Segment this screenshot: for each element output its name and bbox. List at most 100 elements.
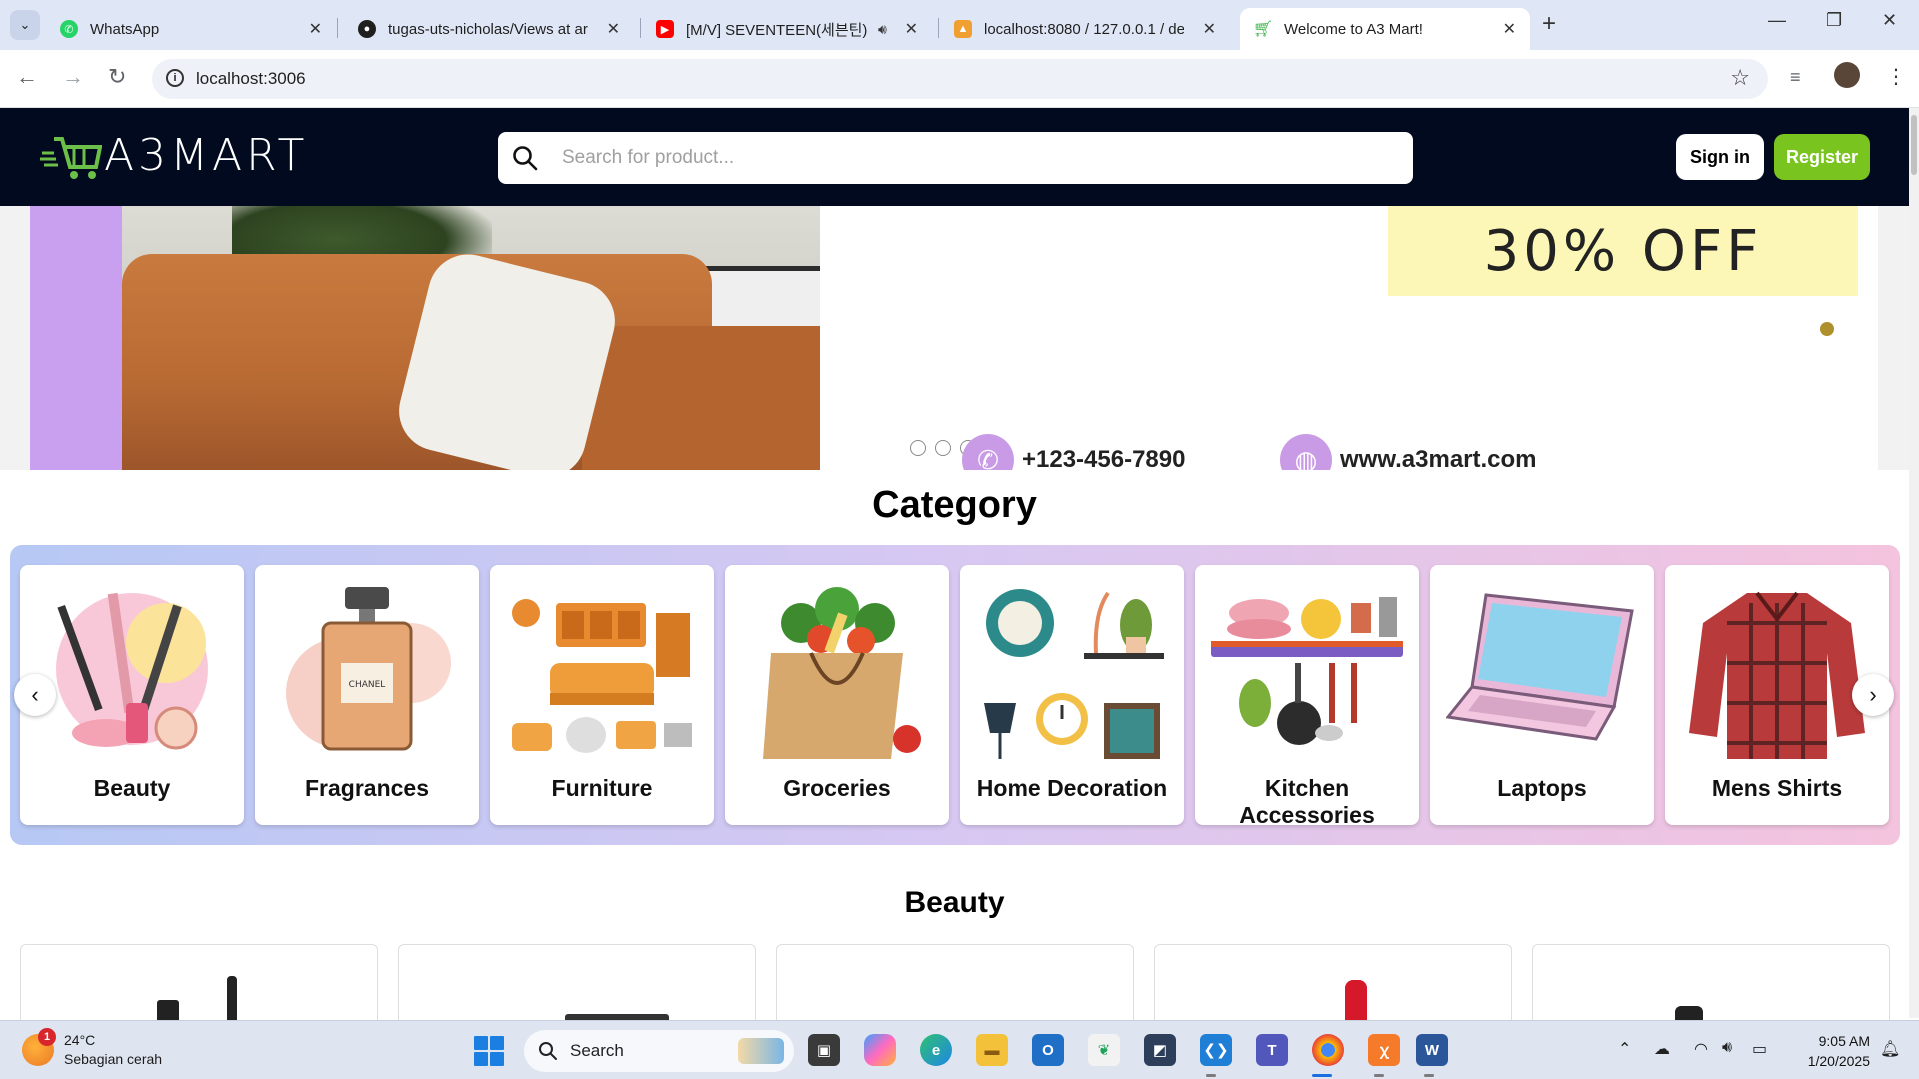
system-clock[interactable]: 9:05 AM 1/20/2025 [1782, 1031, 1870, 1071]
promo-banner-carousel: 30% OFF ✆ +123-456-7890 ◍ www.a3mart.com [0, 206, 1909, 470]
media-control-icon[interactable]: ≡ [1790, 67, 1801, 88]
wifi-icon[interactable]: ◠ [1694, 1039, 1708, 1059]
taskbar-search[interactable]: Search [524, 1030, 794, 1072]
running-indicator [1206, 1074, 1216, 1077]
tab-whatsapp[interactable]: ✆ WhatsApp ✕ [46, 8, 336, 50]
weather-widget[interactable]: 1 24°C Sebagian cerah [22, 1028, 163, 1069]
category-card-fragrances[interactable]: CHANEL Fragrances [255, 565, 479, 825]
beauty-icon [56, 592, 208, 750]
signin-button[interactable]: Sign in [1676, 134, 1764, 180]
copilot-icon[interactable] [864, 1034, 896, 1066]
start-button[interactable] [474, 1036, 504, 1066]
battery-icon[interactable]: ▭ [1752, 1039, 1767, 1059]
grocery-bag-icon [763, 587, 921, 759]
page-scrollbar[interactable] [1909, 108, 1919, 1018]
clock-time: 9:05 AM [1818, 1033, 1870, 1049]
chrome-icon[interactable] [1312, 1034, 1344, 1066]
category-label: Groceries [783, 775, 891, 801]
decorative-dot [1820, 322, 1834, 336]
mongodb-icon[interactable]: ❦ [1088, 1034, 1120, 1066]
tab-github[interactable]: ● tugas-uts-nicholas/Views at ara ✕ [344, 8, 634, 50]
search-input[interactable] [562, 147, 1382, 169]
category-label: Laptops [1497, 775, 1587, 801]
product-card[interactable] [776, 944, 1134, 1024]
close-window-button[interactable]: ✕ [1882, 10, 1897, 31]
github-icon: ● [358, 20, 376, 38]
weather-sun-icon: 1 [22, 1028, 56, 1066]
product-card[interactable] [1532, 944, 1890, 1024]
category-card-kitchen-accessories[interactable]: Kitchen Accessories [1195, 565, 1419, 828]
category-card-home-decoration[interactable]: Home Decoration [960, 565, 1184, 825]
close-icon[interactable]: ✕ [1503, 19, 1516, 39]
bookmark-star-icon[interactable]: ☆ [1730, 65, 1750, 91]
close-icon[interactable]: ✕ [905, 19, 918, 39]
phpmyadmin-icon: ▲ [954, 20, 972, 38]
svg-text:CHANEL: CHANEL [349, 680, 386, 690]
search-highlight-image [738, 1038, 784, 1064]
tab-a3mart[interactable]: 🛒︎ Welcome to A3 Mart! ✕ [1240, 8, 1530, 50]
url-input[interactable]: i localhost:3006 ☆ [152, 59, 1768, 99]
file-explorer-icon[interactable]: ▬ [976, 1034, 1008, 1066]
volume-icon[interactable]: 🔊︎ [1722, 1039, 1732, 1057]
close-icon[interactable]: ✕ [607, 19, 620, 39]
site-info-icon[interactable]: i [166, 69, 184, 87]
onedrive-error-icon[interactable]: ☁ [1654, 1039, 1670, 1059]
restore-button[interactable]: ❐ [1826, 10, 1842, 31]
back-icon[interactable]: ← [16, 64, 38, 90]
category-next-arrow[interactable]: › [1852, 674, 1894, 716]
mysql-workbench-icon[interactable]: ◩ [1144, 1034, 1176, 1066]
lipstick-image [1345, 980, 1367, 1024]
profile-avatar[interactable] [1834, 62, 1860, 88]
speaker-icon[interactable]: 🔊︎ [878, 21, 887, 38]
category-heading: Category [872, 484, 1037, 526]
windows-taskbar: 1 24°C Sebagian cerah Search ▣ e ▬ O ❦ ◩… [0, 1020, 1919, 1079]
forward-icon[interactable]: → [62, 64, 84, 90]
product-card[interactable] [20, 944, 378, 1024]
whatsapp-icon: ✆ [60, 20, 78, 38]
carousel-dot-2[interactable] [935, 440, 951, 456]
close-icon[interactable]: ✕ [309, 19, 322, 39]
category-card-laptops[interactable]: Laptops [1430, 565, 1654, 825]
tab-title: [M/V] SEVENTEEN(세븐틴) - [686, 21, 872, 39]
teams-icon[interactable]: T [1256, 1034, 1288, 1066]
tab-search-button[interactable]: ⌄ [10, 10, 40, 40]
logo-text: A3MART [104, 130, 309, 181]
carousel-dot-1[interactable] [910, 440, 926, 456]
browser-menu-icon[interactable]: ⋮ [1886, 64, 1906, 89]
vscode-icon[interactable]: ❮❯ [1200, 1034, 1232, 1066]
site-logo[interactable]: A3MART [40, 130, 308, 181]
edge-icon[interactable]: e [920, 1034, 952, 1066]
reload-icon[interactable]: ↻ [108, 64, 126, 90]
product-card[interactable] [1154, 944, 1512, 1024]
scrollbar-thumb[interactable] [1911, 115, 1917, 175]
category-card-furniture[interactable]: Furniture [490, 565, 714, 825]
globe-icon: ◍ [1280, 434, 1332, 470]
kitchen-icon [1211, 597, 1403, 745]
new-tab-button[interactable]: + [1542, 10, 1556, 38]
register-button[interactable]: Register [1774, 134, 1870, 180]
chevron-up-icon[interactable]: ⌃ [1618, 1039, 1631, 1059]
outlook-icon[interactable]: O [1032, 1034, 1064, 1066]
category-prev-arrow[interactable]: ‹ [14, 674, 56, 716]
category-card-groceries[interactable]: Groceries [725, 565, 949, 825]
active-app-indicator [1312, 1074, 1332, 1077]
category-label: Home Decoration [976, 775, 1168, 801]
xampp-icon[interactable]: ꭓ [1368, 1034, 1400, 1066]
notification-bell-icon[interactable]: 🔔︎ [1880, 1039, 1900, 1059]
beauty-section-heading: Beauty [904, 886, 1005, 919]
banner-accent [30, 206, 122, 470]
word-icon[interactable]: W [1416, 1034, 1448, 1066]
weather-description: Sebagian cerah [64, 1051, 163, 1067]
product-card[interactable] [398, 944, 756, 1024]
search-icon [513, 146, 538, 171]
tab-youtube[interactable]: ▶ [M/V] SEVENTEEN(세븐틴) - 🔊︎ ✕ [642, 8, 932, 50]
cart-icon: 🛒︎ [1252, 21, 1274, 38]
discount-badge: 30% OFF [1388, 206, 1858, 296]
close-icon[interactable]: ✕ [1203, 19, 1216, 39]
laptop-icon [1446, 593, 1634, 741]
home-decor-icon [984, 589, 1164, 759]
tab-phpmyadmin[interactable]: ▲ localhost:8080 / 127.0.0.1 / dev ✕ [940, 8, 1230, 50]
minimize-button[interactable]: — [1768, 10, 1786, 31]
website-text: www.a3mart.com [1340, 446, 1537, 470]
task-view-icon[interactable]: ▣ [808, 1034, 840, 1066]
